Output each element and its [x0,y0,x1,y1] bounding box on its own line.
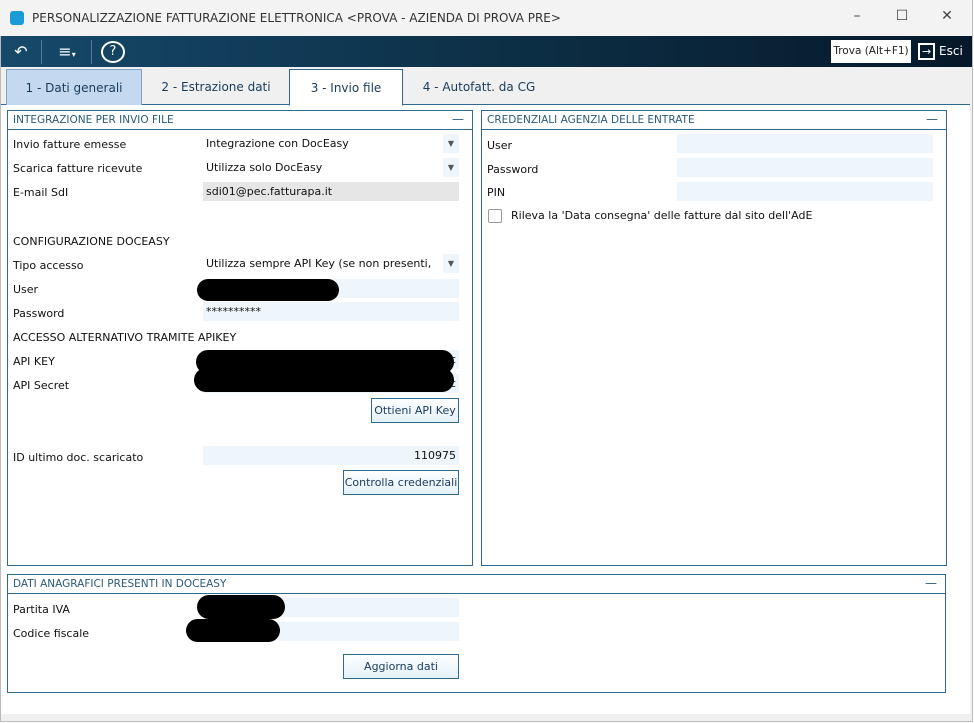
agency-pin-field[interactable] [677,182,933,201]
close-button[interactable]: ✕ [932,8,962,24]
agency-password-label: Password [487,163,539,176]
alt-title: ACCESSO ALTERNATIVO TRAMITE APIKEY [13,331,237,344]
scarica-value: Utilizza solo DocEasy [206,161,323,174]
password-label: Password [13,307,65,320]
collapse-icon[interactable]: — [925,574,937,593]
get-api-key-button[interactable]: Ottieni API Key [371,398,459,423]
user-label: User [13,283,39,296]
window-title: PERSONALIZZAZIONE FATTURAZIONE ELETTRONI… [32,11,561,25]
help-icon[interactable]: ? [101,41,125,63]
separator [41,40,42,64]
scarica-label: Scarica fatture ricevute [13,162,143,175]
redaction [194,368,454,392]
agency-panel: CREDENZIALI AGENZIA DELLE ENTRATE — [481,110,947,566]
panel-title: CREDENZIALI AGENZIA DELLE ENTRATE [487,114,695,126]
check-credentials-button[interactable]: Controlla credenziali [343,470,459,495]
exit-icon: → [918,43,936,60]
tipo-select[interactable]: Utilizza sempre API Key (se non presenti… [203,254,459,273]
registry-panel: DATI ANAGRAFICI PRESENTI IN DOCEASY — [7,574,946,693]
email-label: E-mail SdI [13,186,69,199]
agency-password-field[interactable] [677,158,933,177]
agency-user-field[interactable] [677,134,933,153]
apisecret-label: API Secret [13,379,70,392]
separator [91,40,92,64]
panel-title: DATI ANAGRAFICI PRESENTI IN DOCEASY [13,578,227,590]
panel-header: DATI ANAGRAFICI PRESENTI IN DOCEASY — [8,575,945,594]
invio-label: Invio fatture emesse [13,138,127,151]
update-data-button[interactable]: Aggiorna dati [343,654,459,679]
collapse-icon[interactable]: — [452,110,464,129]
last-id-label: ID ultimo doc. scaricato [13,451,144,464]
chevron-down-icon[interactable]: ▼ [443,134,459,153]
chevron-down-icon[interactable]: ▼ [443,158,459,177]
minimize-button[interactable]: – [842,8,872,24]
email-field[interactable]: sdi01@pec.fatturapa.it [203,182,459,201]
agency-pin-label: PIN [487,186,506,199]
undo-icon[interactable]: ↶ [9,40,33,64]
tab-autofatt-cg[interactable]: 4 - Autofatt. da CG [406,69,552,105]
redaction [186,619,280,642]
tipo-label: Tipo accesso [13,259,84,272]
exit-label: Esci [939,44,963,58]
agency-user-label: User [487,139,513,152]
redaction [197,279,339,301]
tab-invio-file[interactable]: 3 - Invio file [289,69,403,106]
panel-header: INTEGRAZIONE PER INVIO FILE — [8,111,472,130]
invio-select[interactable]: Integrazione con DocEasy ▼ [203,134,459,153]
redaction [197,595,285,619]
cf-label: Codice fiscale [13,627,90,640]
scarica-select[interactable]: Utilizza solo DocEasy ▼ [203,158,459,177]
piva-label: Partita IVA [13,603,70,616]
exit-button[interactable]: → Esci [918,40,963,63]
last-id-field[interactable]: 110975 [203,446,459,465]
chevron-down-icon[interactable]: ▼ [443,254,459,273]
tab-estrazione-dati[interactable]: 2 - Estrazione dati [146,69,286,105]
tipo-value: Utilizza sempre API Key (se non presenti… [206,257,432,270]
title-bar: PERSONALIZZAZIONE FATTURAZIONE ELETTRONI… [0,0,972,36]
panel-header: CREDENZIALI AGENZIA DELLE ENTRATE — [482,111,946,130]
tab-dati-generali[interactable]: 1 - Dati generali [6,69,142,105]
apikey-label: API KEY [13,355,55,368]
collapse-icon[interactable]: — [926,110,938,129]
toolbar: ↶ ≡▾ ? [1,36,972,67]
config-title: CONFIGURAZIONE DOCEASY [13,235,170,248]
invio-value: Integrazione con DocEasy [206,137,349,150]
delivery-date-checkbox[interactable] [488,209,502,223]
find-button[interactable]: Trova (Alt+F1) [831,40,911,63]
maximize-button[interactable]: ☐ [887,8,917,24]
menu-icon[interactable]: ≡▾ [51,40,83,64]
app-icon [10,11,24,25]
delivery-date-label: Rileva la 'Data consegna' delle fatture … [511,209,813,222]
password-field[interactable]: ********** [203,302,459,321]
panel-title: INTEGRAZIONE PER INVIO FILE [13,114,174,126]
